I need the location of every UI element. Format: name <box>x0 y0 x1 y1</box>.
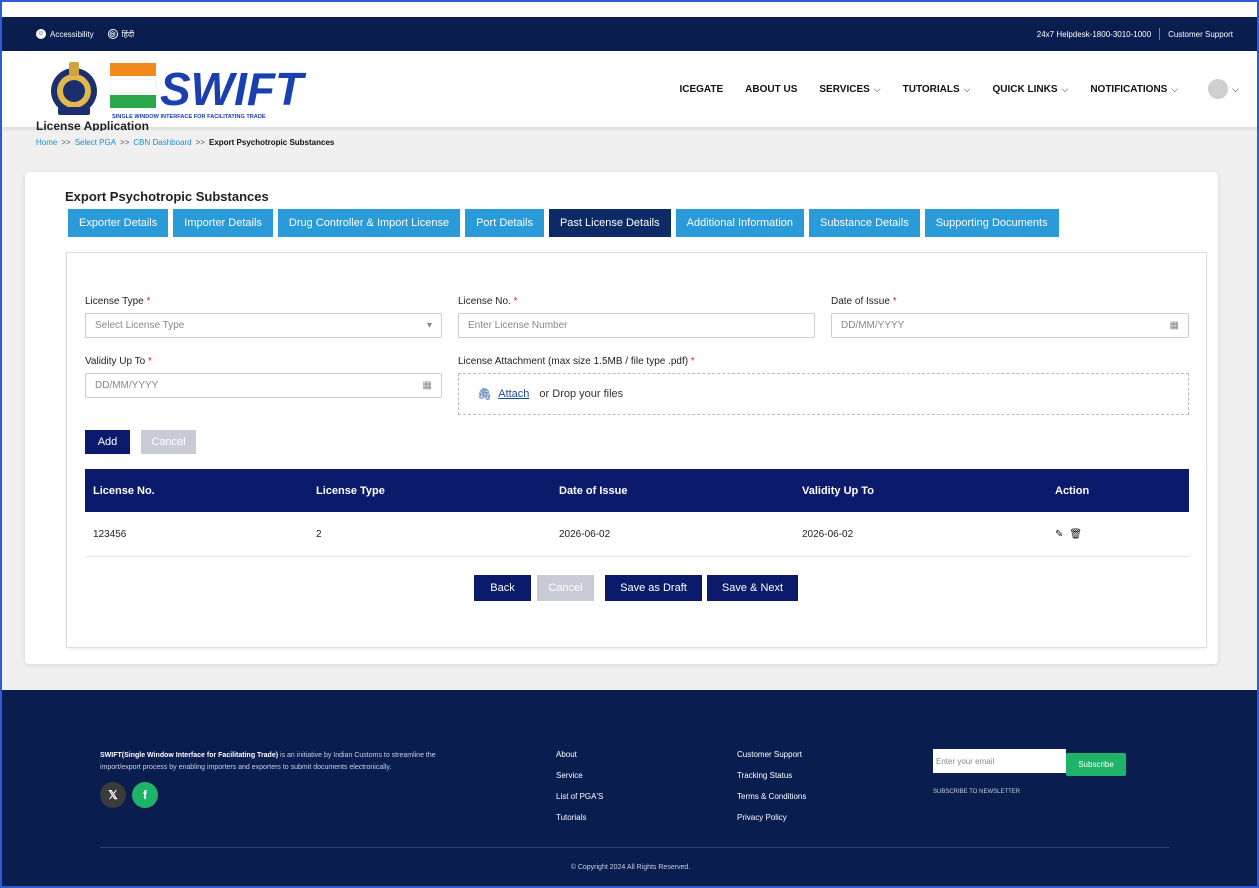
footer-link-terms[interactable]: Terms & Conditions <box>737 792 806 801</box>
attachment-label: License Attachment (max size 1.5MB / fil… <box>458 356 695 367</box>
helpdesk-text: 24x7 Helpdesk-1800-3010-1000 <box>1036 29 1152 39</box>
page-title: License Application <box>36 121 149 131</box>
footer-links-col2: Customer Support Tracking Status Terms &… <box>737 750 806 822</box>
facebook-icon[interactable]: f <box>132 782 158 808</box>
tab-supporting-documents[interactable]: Supporting Documents <box>924 209 1059 237</box>
tab-importer-details[interactable]: Importer Details <box>173 209 273 237</box>
footer-links-col1: About Service List of PGA'S Tutorials <box>556 750 603 822</box>
customs-emblem-logo <box>48 59 100 119</box>
chevron-down-icon: ⌵ <box>1171 83 1179 94</box>
app-frame: ☺ Accessibility ◎ हिंदी 24x7 Helpdesk-18… <box>0 0 1259 888</box>
back-button[interactable]: Back <box>474 575 531 601</box>
validity-label: Validity Up To * <box>85 356 152 367</box>
globe-icon: ◎ <box>107 29 118 39</box>
chevron-down-icon: ⌵ <box>963 83 971 94</box>
swift-logo-tagline: SINGLE WINDOW INTERFACE FOR FACILITATING… <box>112 114 266 120</box>
drop-text: or Drop your files <box>539 388 624 400</box>
card-title: Export Psychotropic Substances <box>65 189 269 204</box>
tab-exporter-details[interactable]: Exporter Details <box>68 209 169 237</box>
footer-link-tutorials[interactable]: Tutorials <box>556 813 603 822</box>
tab-additional-information[interactable]: Additional Information <box>675 209 805 237</box>
swift-logo[interactable]: SWIFT SINGLE WINDOW INTERFACE FOR FACILI… <box>109 59 320 126</box>
user-menu[interactable]: ⌵ <box>1208 79 1239 99</box>
table-header: License No. License Type Date of Issue V… <box>85 469 1189 512</box>
copyright: © Copyright 2024 All Rights Reserved. <box>570 864 691 871</box>
social-links: 𝕏 f <box>100 782 158 808</box>
top-strip <box>2 2 1257 17</box>
file-drop-zone[interactable]: 🖇 Attach or Drop your files <box>458 373 1189 415</box>
breadcrumb-home[interactable]: Home <box>36 138 57 147</box>
newsletter-label: SUBSCRIBE TO NEWSLETTER <box>933 789 1021 795</box>
footer-link-service[interactable]: Service <box>556 771 603 780</box>
tab-substance-details[interactable]: Substance Details <box>809 209 920 237</box>
paperclip-icon: 🖇 <box>477 387 493 401</box>
tab-bar: Exporter Details Importer Details Drug C… <box>68 209 1059 237</box>
cancel-add-button[interactable]: Cancel <box>141 430 196 454</box>
edit-icon[interactable]: ✎ <box>1055 529 1063 540</box>
footer-link-privacy[interactable]: Privacy Policy <box>737 813 806 822</box>
main-nav: ICEGATE ABOUT US SERVICES ⌵ TUTORIALS ⌵ QU… <box>679 51 1239 127</box>
tab-port-details[interactable]: Port Details <box>465 209 544 237</box>
language-toggle[interactable]: ◎ हिंदी <box>107 29 134 40</box>
footer-about: SWIFT(Single Window Interface for Facili… <box>100 752 436 771</box>
customer-support-link[interactable]: Customer Support <box>1168 30 1233 39</box>
tab-drug-controller[interactable]: Drug Controller & Import License <box>277 209 461 237</box>
add-button[interactable]: Add <box>85 430 130 454</box>
nav-services[interactable]: SERVICES ⌵ <box>819 84 880 95</box>
footer-link-about[interactable]: About <box>556 750 603 759</box>
save-and-next-button[interactable]: Save & Next <box>707 575 798 601</box>
x-twitter-icon[interactable]: 𝕏 <box>100 782 126 808</box>
license-table: License No. License Type Date of Issue V… <box>85 469 1189 557</box>
nav-tutorials[interactable]: TUTORIALS ⌵ <box>903 84 971 95</box>
license-type-label: License Type * <box>85 296 151 307</box>
save-as-draft-button[interactable]: Save as Draft <box>605 575 702 601</box>
nav-quick-links[interactable]: QUICK LINKS ⌵ <box>992 84 1068 95</box>
date-of-issue-input[interactable]: DD/MM/YYYY ▦ <box>831 313 1189 338</box>
delete-icon[interactable]: 🗑 <box>1069 529 1082 540</box>
validity-input[interactable]: DD/MM/YYYY ▦ <box>85 373 442 398</box>
license-no-input[interactable]: Enter License Number <box>458 313 815 338</box>
date-of-issue-label: Date of Issue * <box>831 296 897 307</box>
cancel-button[interactable]: Cancel <box>537 575 594 601</box>
breadcrumb-select-pga[interactable]: Select PGA <box>75 138 116 147</box>
application-card: Export Psychotropic Substances Exporter … <box>25 172 1218 664</box>
chevron-down-icon: ⌵ <box>873 83 881 94</box>
nav-icegate[interactable]: ICEGATE <box>679 84 723 95</box>
newsletter-email-input[interactable]: Enter your email <box>933 749 1066 773</box>
breadcrumb-current: Export Psychotropic Substances <box>208 138 335 147</box>
site-footer: SWIFT(Single Window Interface for Facili… <box>2 690 1257 886</box>
breadcrumb: Home >> Select PGA >> CBN Dashboard >> E… <box>36 138 335 147</box>
breadcrumb-cbn-dashboard[interactable]: CBN Dashboard <box>133 138 191 147</box>
divider <box>1159 28 1161 40</box>
site-header: SWIFT SINGLE WINDOW INTERFACE FOR FACILI… <box>2 51 1257 127</box>
subscribe-button[interactable]: Subscribe <box>1066 753 1126 776</box>
license-no-label: License No. * <box>458 296 518 307</box>
accessibility-link[interactable]: ☺ Accessibility <box>36 29 94 39</box>
nav-about-us[interactable]: ABOUT US <box>745 84 797 95</box>
chevron-down-icon: ⌵ <box>1232 83 1239 94</box>
license-type-select[interactable]: Select License Type ▾ <box>85 313 442 338</box>
nav-notifications[interactable]: NOTIFICATIONS ⌵ <box>1090 84 1178 95</box>
avatar-icon <box>1208 79 1229 99</box>
calendar-icon: ▦ <box>1169 320 1179 331</box>
footer-link-tracking[interactable]: Tracking Status <box>737 771 806 780</box>
footer-divider <box>100 847 1170 848</box>
caret-down-icon: ▾ <box>426 320 432 331</box>
attach-link[interactable]: Attach <box>498 388 529 400</box>
table-row: 123456 2 2026-06-02 2026-06-02 ✎ 🗑 <box>85 512 1189 557</box>
utility-bar: ☺ Accessibility ◎ हिंदी 24x7 Helpdesk-18… <box>2 17 1257 51</box>
footer-link-customer-support[interactable]: Customer Support <box>737 750 806 759</box>
calendar-icon: ▦ <box>422 380 432 391</box>
chevron-down-icon: ⌵ <box>1061 83 1069 94</box>
swift-logo-text: SWIFT <box>160 63 307 115</box>
footer-link-pgas[interactable]: List of PGA'S <box>556 792 603 801</box>
tab-past-license-details[interactable]: Past License Details <box>548 209 671 237</box>
past-license-form: License Type * Select License Type ▾ Lic… <box>66 252 1207 648</box>
accessibility-icon: ☺ <box>36 29 46 39</box>
